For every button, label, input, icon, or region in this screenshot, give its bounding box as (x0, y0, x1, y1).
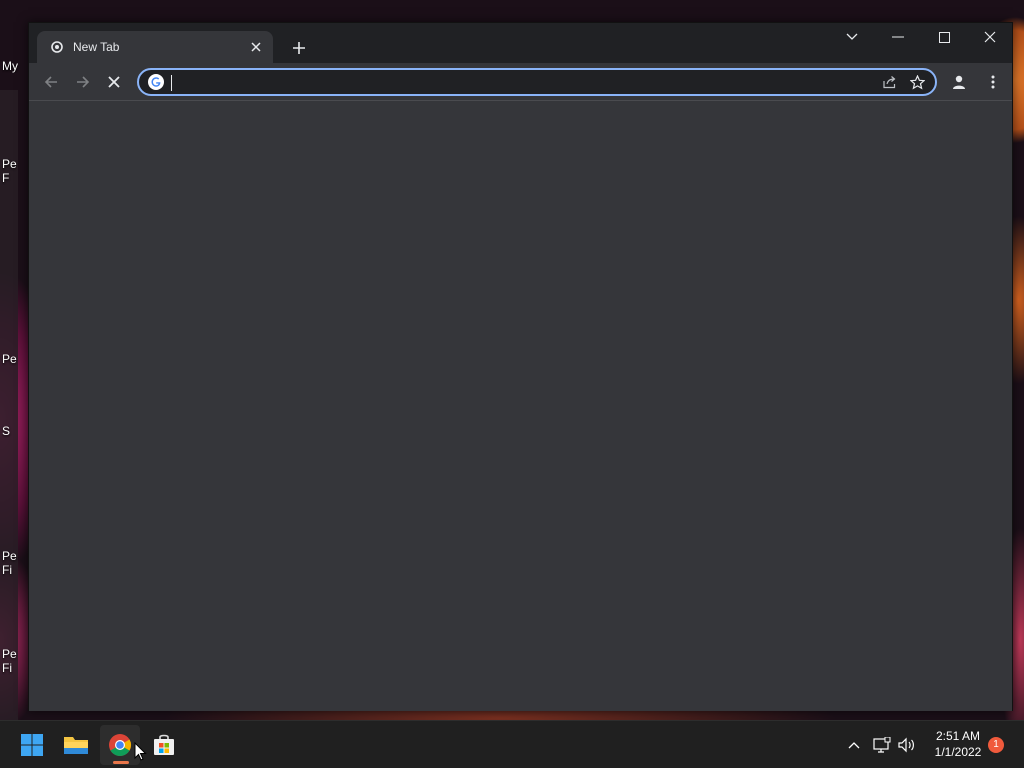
chevron-down-icon (846, 33, 858, 40)
maximize-icon (938, 31, 950, 43)
notification-badge[interactable]: 1 (988, 737, 1004, 753)
chrome-icon (109, 734, 131, 756)
new-tab-button[interactable] (287, 36, 311, 60)
chevron-up-icon[interactable] (843, 735, 865, 755)
profile-button[interactable] (945, 68, 973, 96)
star-icon[interactable] (903, 70, 931, 94)
system-clock[interactable]: 2:51 AM 1/1/2022 (926, 728, 990, 760)
browser-toolbar (29, 63, 1012, 101)
microsoft-store-icon (154, 734, 174, 755)
minimize-button[interactable] (875, 23, 921, 51)
close-icon (108, 76, 120, 88)
google-icon (147, 73, 165, 91)
page-content (29, 102, 1012, 711)
arrow-right-icon (77, 76, 90, 88)
menu-button[interactable] (979, 68, 1007, 96)
maximize-button[interactable] (921, 23, 967, 51)
microsoft-store-button[interactable] (144, 725, 184, 765)
desktop-icon-label[interactable]: Pe Fi (2, 647, 20, 675)
forward-button[interactable] (69, 68, 97, 96)
share-icon[interactable] (875, 70, 903, 94)
more-vertical-icon (991, 75, 995, 89)
desktop-icon-label[interactable]: My (2, 59, 28, 73)
file-explorer-icon (64, 737, 88, 754)
address-input[interactable] (171, 72, 875, 92)
close-tab-icon[interactable] (247, 38, 265, 56)
tab-title: New Tab (73, 40, 120, 54)
close-window-button[interactable] (967, 23, 1013, 51)
volume-icon[interactable] (896, 735, 918, 755)
minimize-icon (892, 36, 904, 38)
start-button[interactable] (12, 725, 52, 765)
address-bar[interactable] (137, 68, 937, 96)
start-icon (21, 734, 43, 756)
taskbar: 2:51 AM 1/1/2022 1 (0, 720, 1024, 768)
clock-date: 1/1/2022 (934, 745, 982, 759)
active-app-indicator (113, 761, 129, 764)
close-icon (984, 31, 996, 43)
desktop-icon-label[interactable]: Pe Fi (2, 549, 20, 577)
file-explorer-button[interactable] (56, 725, 96, 765)
browser-window: New Tab (28, 22, 1013, 711)
network-icon[interactable] (871, 735, 893, 755)
clock-time: 2:51 AM (935, 729, 981, 743)
profile-icon (953, 75, 965, 89)
desktop-icon-label[interactable]: S (2, 424, 20, 438)
desktop-icon-label[interactable]: Pe (2, 352, 20, 366)
title-bar: New Tab (29, 23, 1012, 63)
tab-search-button[interactable] (829, 23, 875, 51)
plus-icon (293, 42, 305, 54)
text-caret (171, 75, 172, 91)
arrow-left-icon (44, 76, 57, 88)
mouse-pointer-icon (134, 742, 147, 761)
desktop-icon-label[interactable]: Pe F (2, 157, 20, 185)
stop-loading-button[interactable] (100, 68, 128, 96)
chrome-new-tab-icon (49, 39, 65, 55)
back-button[interactable] (37, 68, 65, 96)
tab-new-tab[interactable]: New Tab (37, 31, 273, 63)
